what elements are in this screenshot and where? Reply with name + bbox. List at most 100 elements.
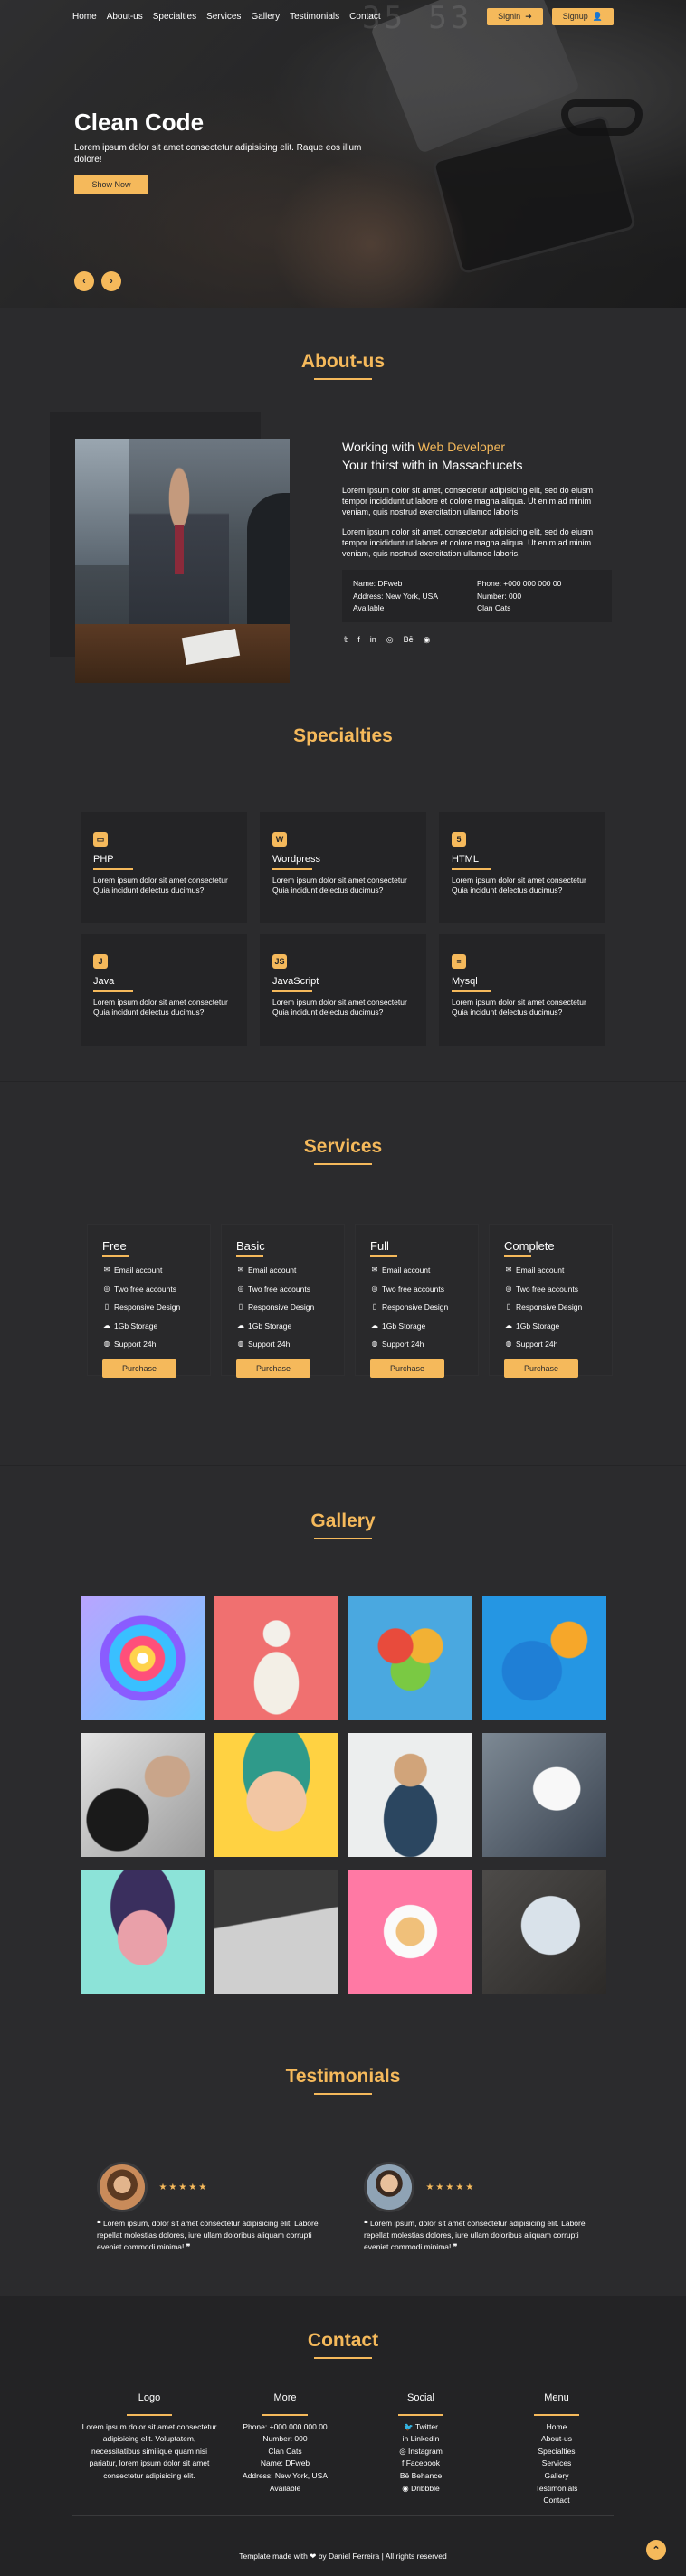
purchase-button[interactable]: Purchase [102,1359,176,1378]
purchase-button[interactable]: Purchase [236,1359,310,1378]
more-item: Available [269,2483,301,2493]
dribbble-icon: ◉ [402,2483,409,2493]
specialty-card: J Java Lorem ipsum dolor sit amet consec… [81,934,247,1046]
chevron-right-icon[interactable]: › [101,271,121,291]
plan-feature: ✉ Email account [236,1266,329,1274]
nav-testimonials[interactable]: Testimonials [290,12,339,22]
nav-home[interactable]: Home [72,12,97,22]
title-underline [314,1163,372,1165]
rating-stars: ★★★★★ [425,2182,476,2192]
plan-name: Complete [504,1239,555,1253]
about-details-card: Name: DFweb Address: New York, USA Avail… [342,570,612,622]
plan-feature: ▯ Responsive Design [504,1303,597,1312]
purchase-button[interactable]: Purchase [504,1359,578,1378]
footer-menu-contact[interactable]: Contact [489,2495,624,2507]
title-underline [314,2093,372,2095]
purchase-button[interactable]: Purchase [370,1359,444,1378]
signin-button[interactable]: Signin ➔ [487,7,543,25]
social-link-behance[interactable]: Bē Behance [353,2470,489,2483]
more-item: Number: 000 [262,2434,308,2444]
dribbble-icon[interactable]: ◉ [424,635,431,645]
more-item: Phone: +000 000 000 00 [243,2421,328,2431]
nav-contact[interactable]: Contact [349,12,380,22]
facebook-icon[interactable]: f [357,635,360,645]
gallery-image-orange[interactable] [482,1596,606,1720]
plan-feature: ◍ Support 24h [370,1340,463,1349]
gallery-image-food[interactable] [348,1870,472,1994]
plan-feature-label: Email account [382,1265,431,1274]
gallery-image-face[interactable] [214,1733,338,1857]
footer-columns: Logo Lorem ipsum dolor sit amet consecte… [81,2391,624,2507]
show-now-button[interactable]: Show Now [74,175,148,194]
nav-gallery[interactable]: Gallery [251,12,280,22]
chevron-left-icon[interactable]: ‹ [74,271,94,291]
footer-menu-testimonials[interactable]: Testimonials [489,2483,624,2496]
social-link-dribbble[interactable]: ◉ Dribbble [353,2483,489,2496]
footer-divider [72,2515,614,2516]
about-social-links: 𝕥 f in ◎ Bē ◉ [344,635,430,645]
linkedin-icon[interactable]: in [370,635,376,645]
plan-feature-label: Responsive Design [516,1302,583,1312]
about-info: Working with Web Developer Your thirst w… [342,439,614,559]
title-underline [314,1538,372,1539]
copyright-suffix: by Daniel Ferreira | All rights reserved [318,2552,447,2561]
support-icon: ◍ [505,1340,512,1349]
footer-logo-column: Logo Lorem ipsum dolor sit amet consecte… [81,2391,217,2507]
social-link-facebook[interactable]: f Facebook [353,2458,489,2470]
specialties-title: Specialties [293,725,393,746]
footer-menu-services[interactable]: Services [489,2458,624,2470]
gallery-image-flower[interactable] [81,1596,205,1720]
specialty-name: JavaScript [272,976,319,987]
about-section: About-us Working with Web Developer Your… [0,308,686,696]
gallery-image-tablet-work[interactable] [81,1733,205,1857]
gallery-image-portrait[interactable] [81,1870,205,1994]
scroll-top-icon[interactable]: ⌃ [646,2540,666,2560]
social-link-linkedin[interactable]: in Linkedin [353,2433,489,2446]
plan-feature-label: Two free accounts [114,1283,176,1293]
gallery-image-heart[interactable] [348,1596,472,1720]
account-icon: ◎ [103,1283,110,1293]
social-link-instagram[interactable]: ◎ Instagram [353,2446,489,2458]
gallery-image-laptop[interactable] [482,1733,606,1857]
about-paragraph-2: Lorem ipsum dolor sit amet, consectetur … [342,526,594,558]
hero-section: 35 53 Home About-us Specialties Services… [0,0,686,308]
specialty-desc: Lorem ipsum dolor sit amet consectetur Q… [93,998,228,1018]
plan-name: Basic [236,1239,265,1253]
plan-feature-label: 1Gb Storage [516,1321,560,1331]
plan-feature: ◎ Two free accounts [236,1284,329,1293]
footer-menu-column: Menu Home About-us Specialties Services … [489,2391,624,2507]
behance-icon[interactable]: Bē [404,635,414,645]
services-title: Services [303,1136,383,1157]
plan-feature: ✉ Email account [102,1266,195,1274]
gallery-image-keyboard[interactable] [214,1870,338,1994]
nav-specialties[interactable]: Specialties [153,12,196,22]
signup-button[interactable]: Signup 👤 [551,7,614,25]
nav-about[interactable]: About-us [107,12,143,22]
social-link-twitter[interactable]: 🐦 Twitter [353,2421,489,2434]
footer-more-title: More [273,2392,297,2403]
footer-menu-specialties[interactable]: Specialties [489,2446,624,2458]
testimonial-body: Lorem ipsum, dolor sit amet consectetur … [364,2219,586,2252]
gallery-image-chart[interactable] [482,1870,606,1994]
gallery-image-figure[interactable] [214,1596,338,1720]
instagram-icon: ◎ [399,2446,406,2456]
quote-close-icon: ❞ [453,2242,458,2252]
contact-section: Contact Logo Lorem ipsum dolor sit amet … [0,2296,686,2576]
testimonial-card: ★★★★★ ❝ Lorem ipsum, dolor sit amet cons… [364,2162,599,2254]
email-icon: ✉ [237,1265,244,1274]
instagram-icon[interactable]: ◎ [386,635,394,645]
support-icon: ◍ [371,1340,378,1349]
plan-feature: ✉ Email account [504,1266,597,1274]
specialties-section: Specialties ▭ PHP Lorem ipsum dolor sit … [0,696,686,1081]
footer-menu-about[interactable]: About-us [489,2433,624,2446]
footer-menu-gallery[interactable]: Gallery [489,2470,624,2483]
cloud-icon: ☁ [505,1321,512,1330]
plan-feature: ▯ Responsive Design [236,1303,329,1312]
plan-feature-label: Support 24h [248,1340,291,1349]
nav-services[interactable]: Services [206,12,241,22]
gallery-image-bearded-man[interactable] [348,1733,472,1857]
hero-title: Clean Code [74,109,205,136]
footer-menu-home[interactable]: Home [489,2421,624,2434]
plan-feature-label: 1Gb Storage [382,1321,426,1331]
twitter-icon[interactable]: 𝕥 [344,635,348,645]
